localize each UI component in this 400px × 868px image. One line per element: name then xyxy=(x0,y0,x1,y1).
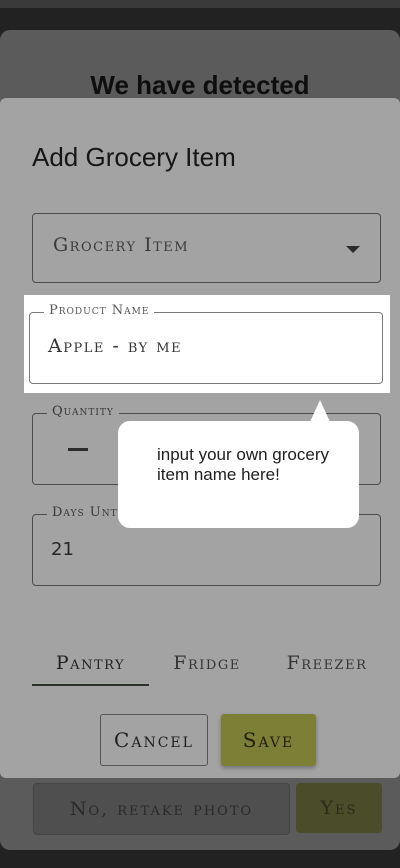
tab-pantry[interactable]: Pantry xyxy=(32,643,149,683)
tab-indicator xyxy=(32,684,149,686)
tab-fridge[interactable]: Fridge xyxy=(157,643,257,683)
background-title: We have detected xyxy=(90,70,310,100)
category-select-value: Grocery Item xyxy=(53,234,190,256)
cancel-button[interactable]: Cancel xyxy=(100,714,208,766)
product-name-input[interactable]: Product Name Apple - by me xyxy=(29,303,383,384)
days-until-label: Days Unt xyxy=(47,505,123,520)
tooltip-text: input your own grocery item name here! xyxy=(157,445,329,484)
tab-freezer[interactable]: Freezer xyxy=(272,643,382,683)
quantity-label: Quantity xyxy=(47,404,119,419)
days-until-value: 21 xyxy=(51,539,74,560)
status-bar xyxy=(0,0,400,8)
product-name-value: Apple - by me xyxy=(48,335,183,357)
tooltip-bubble: input your own grocery item name here! xyxy=(118,400,359,528)
save-button[interactable]: Save xyxy=(221,714,316,766)
dialog-title: Add Grocery Item xyxy=(32,142,236,172)
minus-icon[interactable] xyxy=(68,448,88,451)
category-select[interactable]: Grocery Item xyxy=(32,213,381,283)
caret-down-icon xyxy=(346,246,360,253)
yes-button[interactable]: Yes xyxy=(296,783,382,833)
product-name-label: Product Name xyxy=(44,303,155,318)
retake-photo-button[interactable]: No, retake photo xyxy=(33,783,290,835)
